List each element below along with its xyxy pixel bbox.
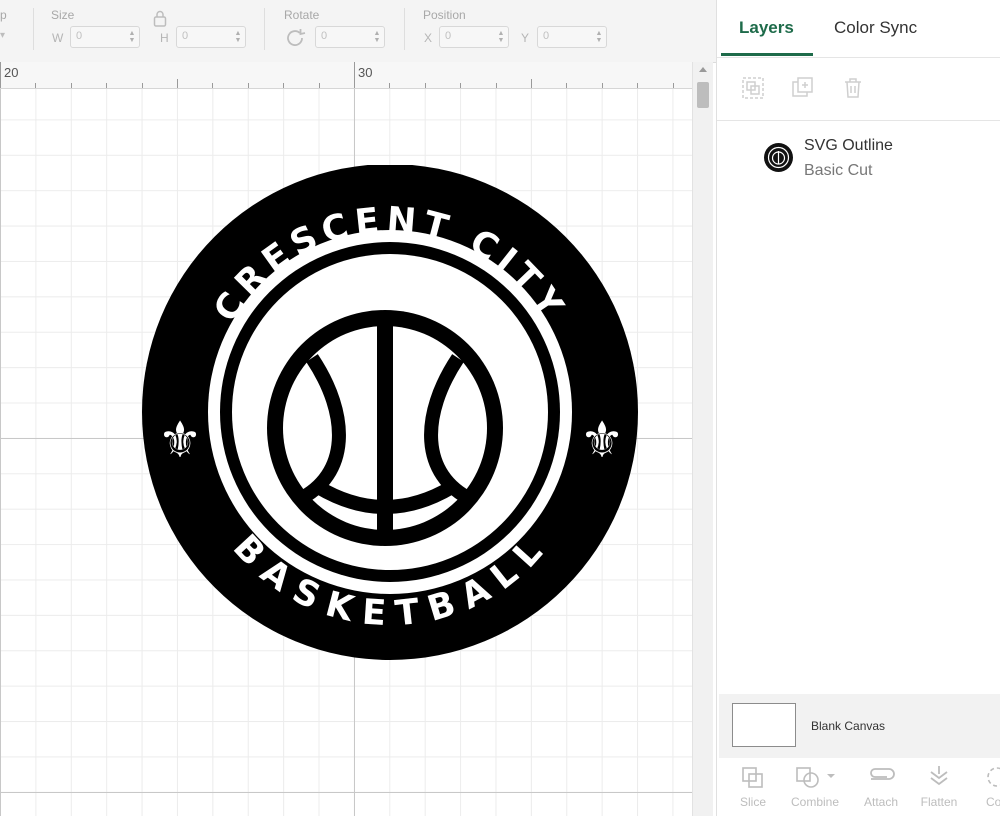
duplicate-icon[interactable] (791, 76, 815, 100)
panel-tabs: Layers Color Sync (717, 0, 1000, 58)
scroll-up-arrow-icon[interactable] (699, 67, 707, 72)
ruler-mid-tick (177, 79, 178, 88)
rotate-input[interactable]: 0 ▲ ▼ (315, 26, 385, 48)
lock-icon[interactable] (153, 10, 167, 27)
position-y-input[interactable]: 0 ▲ ▼ (537, 26, 607, 48)
crescent-city-logo[interactable]: CRESCENT CITY BASKETBALL ⚜ ⚜ (140, 165, 640, 660)
ruler-minor-tick (425, 83, 426, 88)
position-x-stepper[interactable]: ▲ ▼ (497, 30, 505, 44)
ruler-label-30: 30 (358, 65, 373, 80)
active-tab-indicator (721, 53, 813, 56)
width-input[interactable]: 0 ▲ ▼ (70, 26, 140, 48)
canvas-color-swatch[interactable] (732, 703, 796, 747)
ruler-minor-tick (71, 83, 72, 88)
position-y-stepper[interactable]: ▲ ▼ (595, 30, 603, 44)
combine-label: Combine (790, 795, 840, 809)
combine-icon (796, 767, 835, 788)
slice-button[interactable]: Slice (721, 758, 785, 816)
ruler-minor-tick (319, 83, 320, 88)
contour-icon (987, 767, 1000, 787)
tab-layers[interactable]: Layers (739, 18, 794, 38)
ruler-minor-tick (212, 83, 213, 88)
ruler-major-tick (0, 62, 1, 88)
ruler-minor-tick (637, 83, 638, 88)
ruler-minor-tick (496, 83, 497, 88)
width-stepper[interactable]: ▲ ▼ (128, 30, 136, 44)
fleur-de-lis-right-icon: ⚜ (580, 411, 625, 469)
toolbar-partial-label: p (0, 8, 7, 22)
height-value: 0 (182, 30, 189, 42)
attach-button[interactable]: Attach (849, 758, 913, 816)
delete-icon[interactable] (841, 76, 865, 100)
dropdown-chevron-icon[interactable]: ▾ (0, 30, 5, 41)
combine-button[interactable]: Combine (783, 758, 847, 816)
layers-panel: Layers Color Sync SVG Outline Basic Cut … (716, 0, 1000, 816)
position-y-value: 0 (543, 30, 550, 42)
ruler-major-tick (354, 62, 355, 88)
rotate-label: Rotate (284, 8, 320, 22)
attach-label: Attach (863, 795, 899, 809)
height-letter: H (160, 31, 169, 45)
position-x-value: 0 (445, 30, 452, 42)
basketball-icon (267, 310, 503, 546)
layer-toolbar (717, 57, 1000, 121)
ruler-minor-tick (106, 83, 107, 88)
scrollbar-thumb[interactable] (697, 82, 709, 108)
layer-name: SVG Outline (804, 137, 893, 154)
attach-icon (870, 768, 895, 780)
rotate-value: 0 (321, 30, 328, 42)
position-label: Position (423, 8, 466, 22)
toolbar-separator (264, 8, 265, 50)
ruler-minor-tick (602, 83, 603, 88)
ruler-minor-tick (389, 83, 390, 88)
tab-color-sync[interactable]: Color Sync (834, 18, 917, 38)
contour-button[interactable]: Con (965, 758, 1000, 816)
horizontal-ruler: 20 30 (0, 62, 692, 89)
ruler-minor-tick (673, 83, 674, 88)
ruler-minor-tick (35, 83, 36, 88)
ruler-label-20: 20 (4, 65, 19, 80)
toolbar-separator (33, 8, 34, 50)
layer-thumbnail-icon (764, 143, 793, 172)
flatten-label: Flatten (920, 795, 958, 809)
ruler-minor-tick (142, 83, 143, 88)
size-label: Size (51, 8, 75, 22)
layer-item[interactable]: SVG Outline Basic Cut (717, 128, 1000, 186)
height-input[interactable]: 0 ▲ ▼ (176, 26, 246, 48)
fleur-de-lis-left-icon: ⚜ (158, 411, 203, 469)
ruler-minor-tick (460, 83, 461, 88)
ruler-minor-tick (283, 83, 284, 88)
ruler-minor-tick (566, 83, 567, 88)
width-value: 0 (76, 30, 83, 42)
ruler-minor-tick (248, 83, 249, 88)
width-letter: W (52, 31, 64, 45)
y-letter: Y (521, 31, 530, 45)
blank-canvas-label: Blank Canvas (811, 719, 886, 733)
layer-actions-bar: Slice Combine Attach Flatten Co (717, 758, 1000, 816)
blank-canvas-row[interactable]: Blank Canvas (719, 694, 1000, 758)
contour-label: Con (985, 795, 1000, 809)
rotate-stepper[interactable]: ▲ ▼ (373, 30, 381, 44)
edit-toolbar: p ▾ Size W 0 ▲ ▼ H 0 ▲ ▼ Rotate 0 ▲ ▼ Posit… (0, 0, 716, 63)
toolbar-separator (404, 8, 405, 50)
group-icon[interactable] (741, 76, 765, 100)
slice-label: Slice (739, 795, 766, 809)
rotate-icon (287, 29, 306, 46)
flatten-button[interactable]: Flatten (907, 758, 971, 816)
ruler-mid-tick (531, 79, 532, 88)
flatten-icon (930, 766, 948, 786)
layer-operation: Basic Cut (804, 162, 873, 179)
slice-icon (742, 767, 763, 788)
height-stepper[interactable]: ▲ ▼ (234, 30, 242, 44)
x-letter: X (424, 31, 433, 45)
position-x-input[interactable]: 0 ▲ ▼ (439, 26, 509, 48)
canvas-vertical-scrollbar[interactable] (692, 62, 713, 816)
